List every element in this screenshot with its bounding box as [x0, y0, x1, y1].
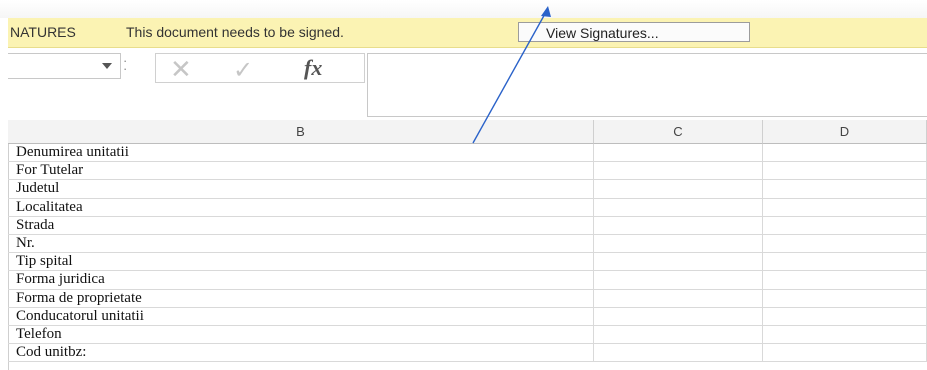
annotation-arrow-line [472, 11, 547, 144]
annotation-arrow-head [541, 6, 551, 17]
annotation-arrow-overlay [472, 6, 551, 144]
